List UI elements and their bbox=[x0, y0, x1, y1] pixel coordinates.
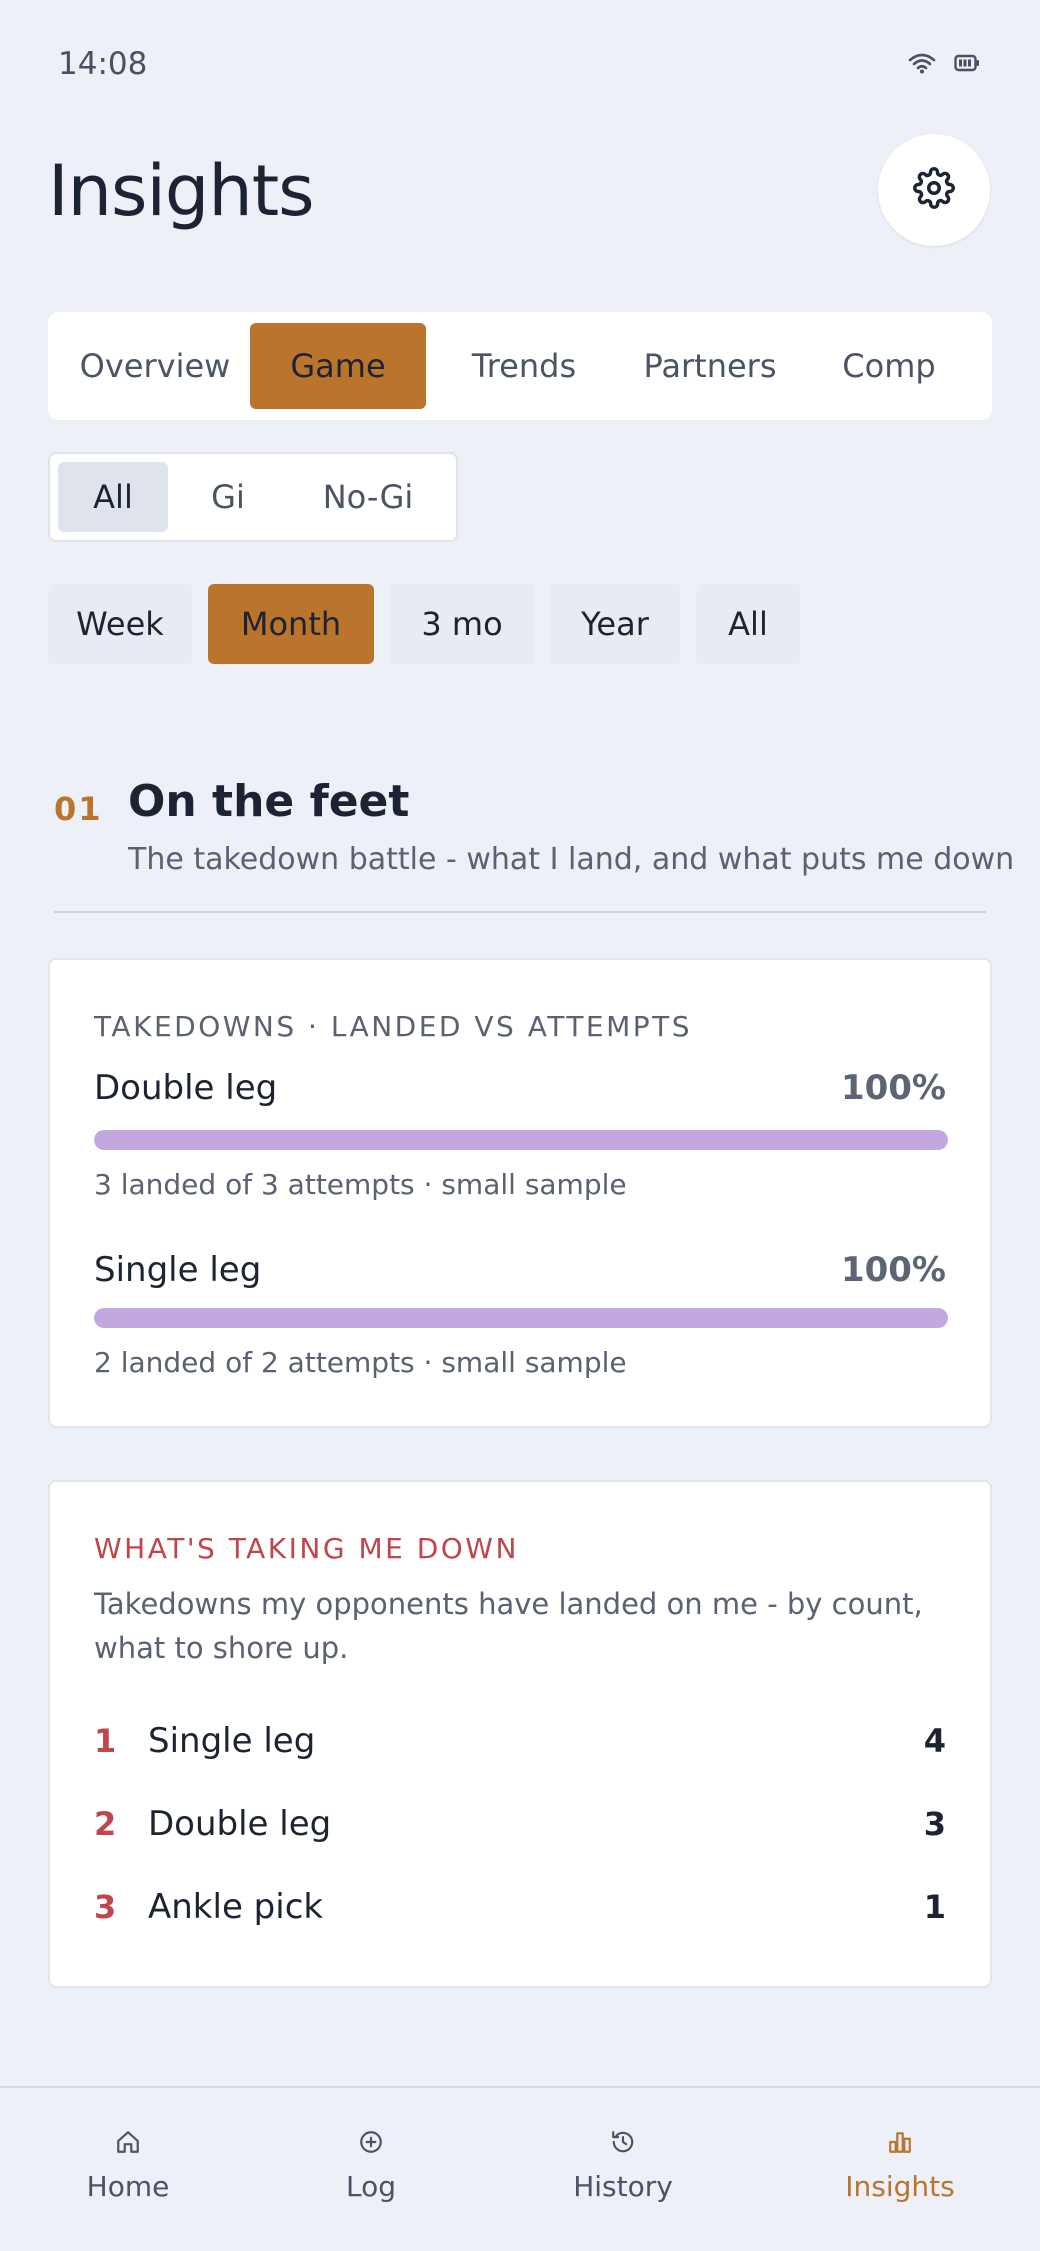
list-item: 2 Double leg 3 bbox=[94, 1796, 946, 1852]
tab-partners[interactable]: Partners bbox=[622, 323, 798, 409]
taken-down-heading: WHAT'S TAKING ME DOWN bbox=[94, 1532, 519, 1565]
nav-log[interactable]: Log bbox=[291, 2128, 451, 2203]
gi-filter-gi[interactable]: Gi bbox=[168, 462, 288, 532]
rank-name: Single leg bbox=[148, 1721, 316, 1761]
takedown-name: Double leg bbox=[94, 1068, 278, 1108]
takedowns-card: TAKEDOWNS · LANDED VS ATTEMPTS Double le… bbox=[48, 958, 992, 1428]
gi-filter: All Gi No-Gi bbox=[48, 452, 458, 542]
tab-trends[interactable]: Trends bbox=[426, 323, 622, 409]
takedown-note: 3 landed of 3 attempts · small sample bbox=[94, 1168, 627, 1201]
nav-insights[interactable]: Insights bbox=[820, 2128, 980, 2203]
range-year[interactable]: Year bbox=[550, 584, 680, 664]
insights-tabs: Overview Game Trends Partners Comp bbox=[48, 312, 992, 420]
list-item: 1 Single leg 4 bbox=[94, 1713, 946, 1769]
home-icon bbox=[114, 2128, 142, 2156]
takedown-progress-fill bbox=[94, 1308, 948, 1328]
nav-label: Log bbox=[345, 2170, 396, 2203]
taken-down-description: Takedowns my opponents have landed on me… bbox=[94, 1587, 923, 1665]
takedown-progress-bar bbox=[94, 1308, 948, 1328]
rank-name: Ankle pick bbox=[148, 1887, 324, 1927]
rank-number: 1 bbox=[94, 1722, 117, 1760]
list-item: 3 Ankle pick 1 bbox=[94, 1879, 946, 1935]
takedown-percent: 100% bbox=[840, 1250, 946, 1290]
section-subtitle: The takedown battle - what I land, and w… bbox=[128, 842, 1015, 877]
takedown-progress-fill bbox=[94, 1130, 948, 1150]
tab-game[interactable]: Game bbox=[250, 323, 426, 409]
gear-icon bbox=[913, 167, 955, 213]
plus-circle-icon bbox=[357, 2128, 385, 2156]
status-bar: 14:08 bbox=[0, 0, 1040, 120]
time-range-filter: Week Month 3 mo Year All bbox=[48, 584, 800, 664]
gi-filter-all[interactable]: All bbox=[58, 462, 168, 532]
rank-number: 2 bbox=[94, 1805, 117, 1843]
history-icon bbox=[609, 2128, 637, 2156]
status-icons bbox=[908, 52, 980, 74]
nav-history[interactable]: History bbox=[543, 2128, 703, 2203]
taken-down-card: WHAT'S TAKING ME DOWN Takedowns my oppon… bbox=[48, 1480, 992, 1988]
range-month[interactable]: Month bbox=[208, 584, 374, 664]
takedowns-heading: TAKEDOWNS · LANDED VS ATTEMPTS bbox=[94, 1010, 693, 1043]
status-time: 14:08 bbox=[58, 46, 148, 82]
rank-name: Double leg bbox=[148, 1804, 332, 1844]
section-number: 01 bbox=[54, 790, 103, 828]
nav-label: Insights bbox=[845, 2170, 955, 2203]
takedown-name: Single leg bbox=[94, 1250, 262, 1290]
nav-label: History bbox=[573, 2170, 673, 2203]
nav-home[interactable]: Home bbox=[48, 2128, 208, 2203]
rank-count: 3 bbox=[923, 1805, 946, 1843]
takedown-progress-bar bbox=[94, 1130, 948, 1150]
section-divider bbox=[54, 911, 986, 913]
bottom-nav: Home Log History Insights bbox=[0, 2086, 1040, 2251]
tab-overview[interactable]: Overview bbox=[60, 323, 250, 409]
rank-count: 1 bbox=[923, 1888, 946, 1926]
page-title: Insights bbox=[48, 150, 315, 232]
takedown-note: 2 landed of 2 attempts · small sample bbox=[94, 1346, 627, 1379]
battery-icon bbox=[954, 54, 980, 72]
nav-label: Home bbox=[86, 2170, 170, 2203]
wifi-icon bbox=[908, 52, 936, 74]
bar-chart-icon bbox=[886, 2128, 914, 2156]
section-title: On the feet bbox=[128, 776, 410, 827]
rank-count: 4 bbox=[923, 1722, 946, 1760]
settings-button[interactable] bbox=[878, 134, 990, 246]
range-3mo[interactable]: 3 mo bbox=[390, 584, 534, 664]
gi-filter-nogi[interactable]: No-Gi bbox=[288, 462, 448, 532]
range-all[interactable]: All bbox=[696, 584, 800, 664]
takedown-percent: 100% bbox=[840, 1068, 946, 1108]
rank-number: 3 bbox=[94, 1888, 117, 1926]
range-week[interactable]: Week bbox=[48, 584, 192, 664]
tab-comp[interactable]: Comp bbox=[798, 323, 980, 409]
